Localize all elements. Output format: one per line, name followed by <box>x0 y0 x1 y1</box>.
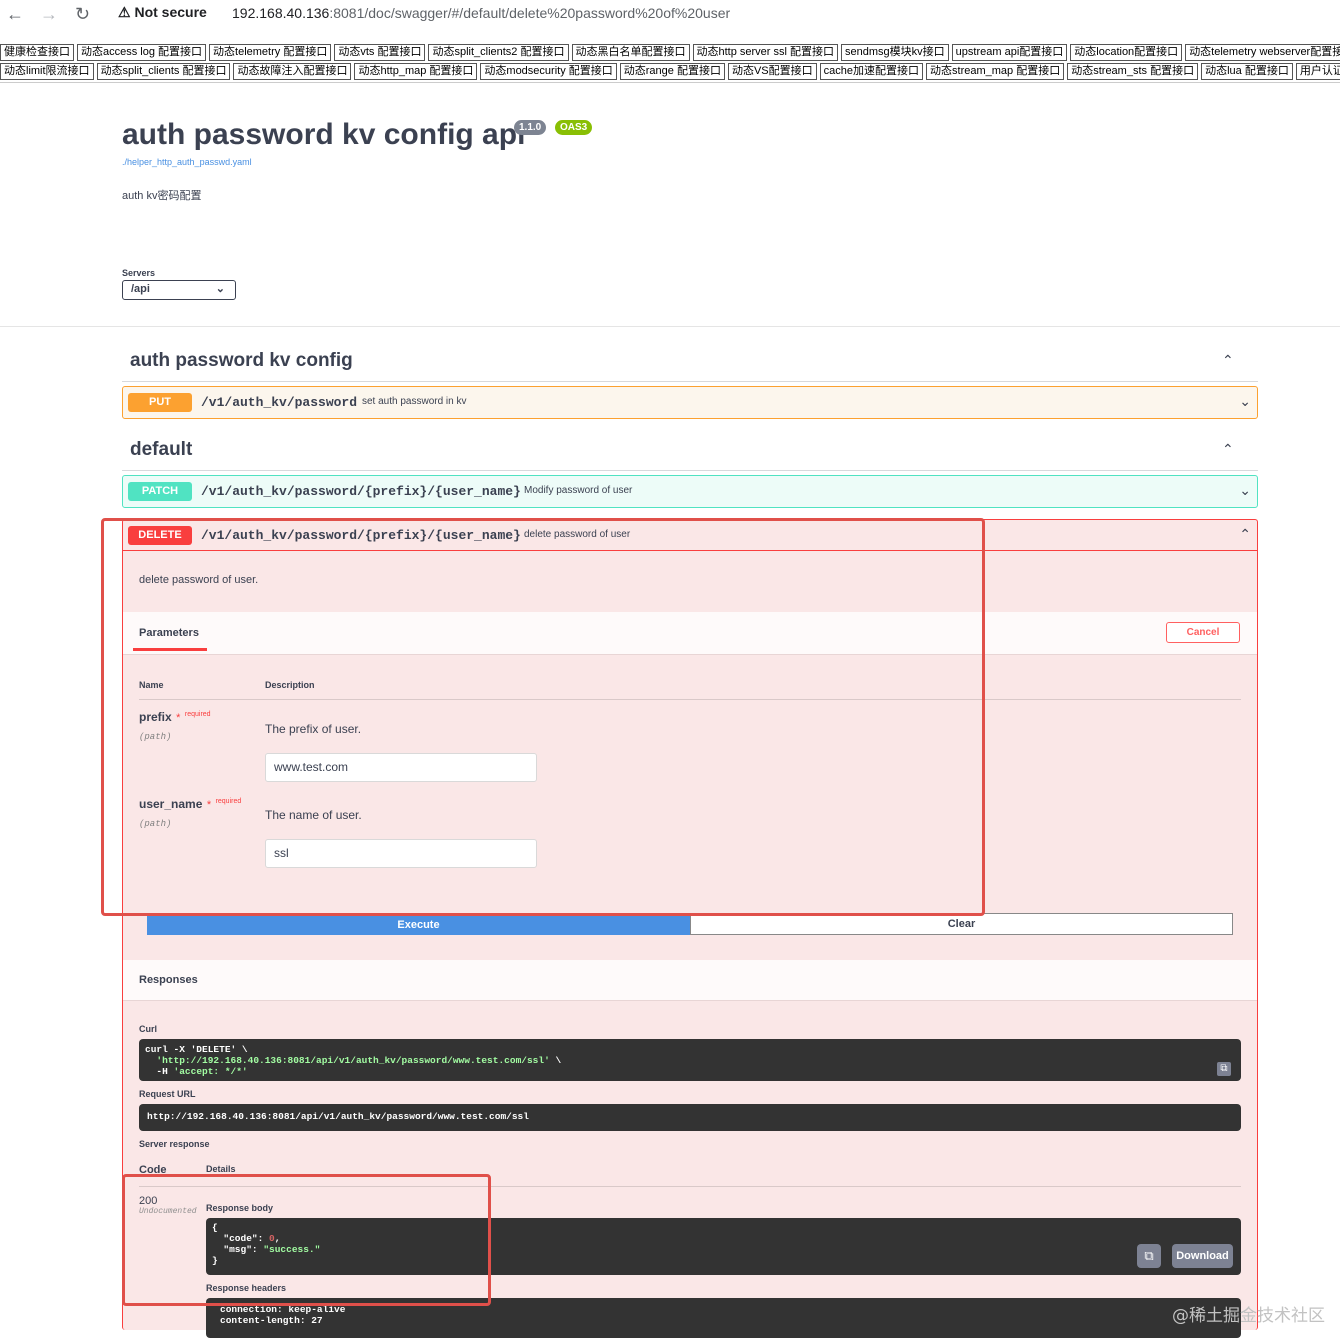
forward-arrow-icon[interactable]: → <box>40 4 58 25</box>
responses-title: Responses <box>139 974 198 986</box>
spec-link[interactable]: ./helper_http_auth_passwd.yaml <box>122 157 252 167</box>
cancel-button[interactable]: Cancel <box>1166 622 1240 643</box>
link-item[interactable]: 动态故障注入配置接口 <box>233 63 352 80</box>
method-badge-patch: PATCH <box>128 482 192 501</box>
chevron-up-icon: ⌃ <box>1239 526 1251 542</box>
link-item[interactable]: 动态vts 配置接口 <box>334 44 426 61</box>
servers-selected-value: /api <box>131 283 150 295</box>
curl-header-value: 'accept: */*' <box>173 1066 248 1077</box>
link-item[interactable]: 动态telemetry 配置接口 <box>209 44 332 61</box>
divider <box>0 82 1340 83</box>
divider <box>0 326 1340 327</box>
chevron-down-icon: ⌄ <box>1239 393 1251 409</box>
link-item[interactable]: cache加速配置接口 <box>819 63 924 80</box>
annotation-box-parameters <box>101 518 985 916</box>
clear-button[interactable]: Clear <box>690 913 1233 935</box>
link-row-2: 动态limit限流接口 动态split_clients 配置接口 动态故障注入配置接… <box>0 63 1340 82</box>
reload-icon[interactable]: ↻ <box>75 4 90 25</box>
curl-code-block[interactable]: curl -X 'DELETE' \ 'http://192.168.40.13… <box>139 1039 1241 1081</box>
link-item[interactable]: 动态limit限流接口 <box>0 63 94 80</box>
link-item[interactable]: 健康检查接口 <box>0 44 74 61</box>
curl-url: 'http://192.168.40.136:8081/api/v1/auth_… <box>156 1055 550 1066</box>
operation-path: /v1/auth_kv/password <box>201 395 358 410</box>
divider <box>123 1000 1257 1001</box>
operation-patch-password[interactable]: PATCH /v1/auth_kv/password/{prefix}/{use… <box>122 475 1258 508</box>
responses-header <box>123 960 1257 1000</box>
tag-divider <box>122 470 1258 471</box>
link-item[interactable]: 动态http_map 配置接口 <box>354 63 478 80</box>
request-url-label: Request URL <box>139 1089 196 1099</box>
tag-title-default[interactable]: default <box>130 439 192 461</box>
link-item[interactable]: 动态telemetry webserver配置接口 <box>1185 44 1340 61</box>
oas-badge: OAS3 <box>555 120 593 135</box>
link-item[interactable]: 动态modsecurity 配置接口 <box>480 63 617 80</box>
operation-summary: Modify password of user <box>524 485 633 496</box>
api-description: auth kv密码配置 <box>122 190 202 202</box>
url-host: 192.168.40.136 <box>232 5 330 21</box>
warning-triangle-icon: ⚠ <box>118 4 131 20</box>
browser-toolbar: ← → ↻ ⚠ Not secure 192.168.40.136:8081/d… <box>0 0 1340 32</box>
servers-label: Servers <box>122 268 156 278</box>
link-item[interactable]: 动态split_clients2 配置接口 <box>428 44 569 61</box>
execute-button[interactable]: Execute <box>147 913 690 935</box>
version-badge: 1.1.0 <box>514 120 547 135</box>
details-column-header: Details <box>206 1164 236 1174</box>
address-bar[interactable]: 192.168.40.136:8081/doc/swagger/#/defaul… <box>232 5 730 21</box>
link-item[interactable]: 动态location配置接口 <box>1070 44 1183 61</box>
api-title: auth password kv config api <box>122 118 526 151</box>
header-line: content-length: 27 <box>220 1315 323 1326</box>
link-item[interactable]: sendmsg模块kv接口 <box>841 44 949 61</box>
curl-label: Curl <box>139 1024 157 1034</box>
chevron-up-icon[interactable]: ⌃ <box>1222 441 1234 458</box>
operation-put-password[interactable]: PUT /v1/auth_kv/password set auth passwo… <box>122 386 1258 419</box>
curl-line: curl -X 'DELETE' \ <box>145 1044 248 1055</box>
link-item[interactable]: 动态stream_sts 配置接口 <box>1067 63 1199 80</box>
annotation-box-response <box>122 1174 491 1306</box>
chevron-down-icon: ⌄ <box>215 283 225 295</box>
curl-header-flag: -H <box>145 1066 174 1077</box>
watermark: @稀土掘金技术社区 <box>1172 1306 1325 1326</box>
url-path: :8081/doc/swagger/#/default/delete%20pas… <box>329 5 731 21</box>
back-arrow-icon[interactable]: ← <box>6 4 24 25</box>
tag-divider <box>122 381 1258 382</box>
link-item[interactable]: 动态黑白名单配置接口 <box>571 44 690 61</box>
operation-path: /v1/auth_kv/password/{prefix}/{user_name… <box>201 484 521 499</box>
request-url-block[interactable]: http://192.168.40.136:8081/api/v1/auth_k… <box>139 1104 1241 1131</box>
copy-icon[interactable]: ⧉ <box>1217 1062 1231 1076</box>
server-response-label: Server response <box>139 1139 210 1149</box>
servers-select[interactable]: /api ⌄ <box>122 280 236 300</box>
chevron-up-icon[interactable]: ⌃ <box>1222 352 1234 369</box>
download-button[interactable]: Download <box>1172 1244 1233 1268</box>
tag-title-auth-password[interactable]: auth password kv config <box>130 350 353 372</box>
link-item[interactable]: 动态stream_map 配置接口 <box>926 63 1065 80</box>
link-row-1: 健康检查接口 动态access log 配置接口 动态telemetry 配置接口动… <box>0 44 1340 63</box>
operation-summary: set auth password in kv <box>362 396 467 407</box>
link-item[interactable]: 动态lua 配置接口 <box>1201 63 1293 80</box>
link-item[interactable]: 动态http server ssl 配置接口 <box>692 44 839 61</box>
link-item[interactable]: 动态VS配置接口 <box>727 63 817 80</box>
link-item[interactable]: upstream api配置接口 <box>951 44 1068 61</box>
method-badge-put: PUT <box>128 393 192 412</box>
curl-continuation: \ <box>549 1055 562 1066</box>
link-item[interactable]: 动态split_clients 配置接口 <box>96 63 231 80</box>
link-item[interactable]: 动态access log 配置接口 <box>77 44 207 61</box>
security-label: Not secure <box>134 4 207 20</box>
chevron-down-icon: ⌄ <box>1239 482 1251 498</box>
copy-icon[interactable]: ⧉ <box>1137 1244 1161 1268</box>
security-indicator[interactable]: ⚠ Not secure <box>118 4 207 21</box>
link-item[interactable]: 动态range 配置接口 <box>619 63 725 80</box>
link-item[interactable]: 用户认证密码配置接口 <box>1295 63 1340 80</box>
